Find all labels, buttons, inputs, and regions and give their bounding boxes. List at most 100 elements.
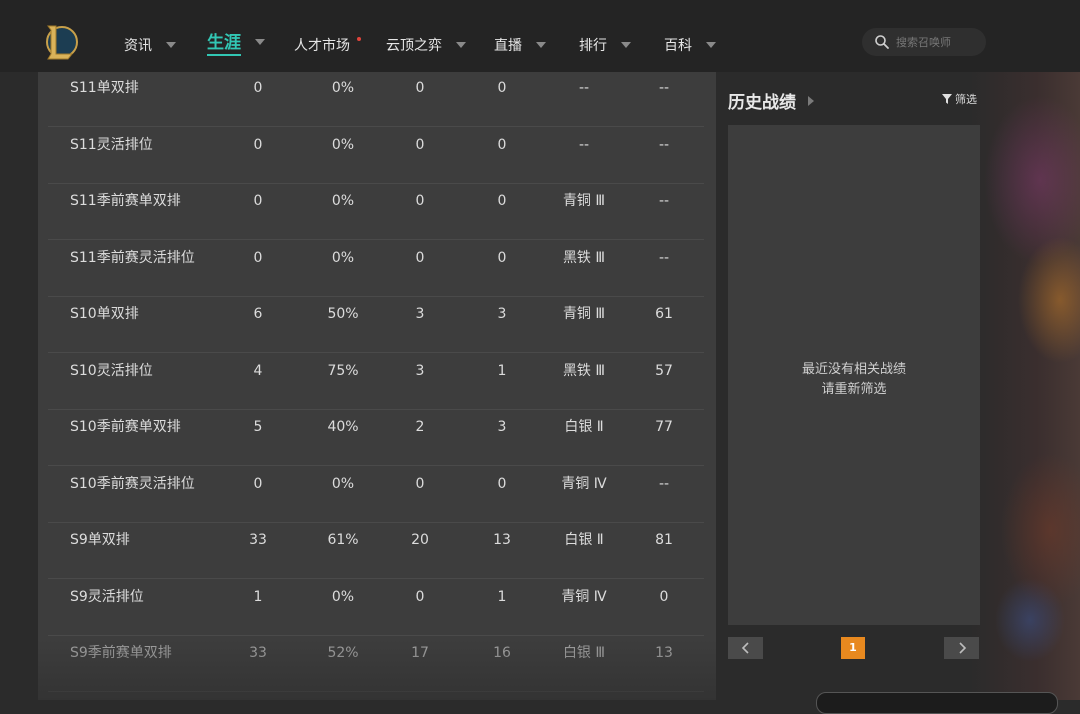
games-count-cell: 33 (249, 645, 267, 661)
top-nav: 资讯 生涯 人才市场 云顶之弈 直播 排行 百科 (0, 0, 1080, 72)
table-row[interactable]: S11季前赛单双排 0 0% 0 0 青铜 Ⅲ -- (48, 183, 704, 240)
search-input[interactable] (894, 34, 984, 50)
chevron-left-icon (741, 642, 749, 654)
score-cell: 61 (655, 306, 673, 322)
empty-state-line: 最近没有相关战绩 (801, 362, 906, 377)
score-cell: -- (658, 193, 670, 209)
lol-logo-icon[interactable] (42, 22, 78, 62)
chevron-down-icon (621, 42, 631, 48)
wins-cell: 20 (411, 532, 429, 548)
losses-cell: 0 (497, 136, 507, 153)
filter-button[interactable]: 筛选 (942, 91, 977, 107)
score-cell: -- (658, 475, 670, 492)
filter-label: 筛选 (955, 93, 977, 106)
losses-cell: 1 (497, 588, 507, 605)
table-row[interactable]: S11季前赛灵活排位 0 0% 0 0 黑铁 Ⅲ -- (48, 240, 704, 297)
nav-item-live[interactable]: 直播 (494, 34, 546, 56)
games-count-cell: 1 (253, 588, 263, 605)
table-row[interactable]: S10季前赛单双排 5 40% 2 3 白银 Ⅱ 77 (48, 409, 704, 466)
score-cell: 57 (655, 362, 673, 379)
games-count-cell: 5 (253, 419, 263, 435)
win-rate-cell: 0% (331, 80, 355, 96)
table-row[interactable]: S11单双排 0 0% 0 0 -- -- (48, 70, 704, 127)
table-row[interactable]: S10季前赛灵活排位 0 0% 0 0 青铜 Ⅳ -- (48, 466, 704, 523)
empty-state-line: 请重新筛选 (821, 382, 887, 397)
nav-item-ranking[interactable]: 排行 (579, 34, 631, 56)
win-rate-cell: 40% (327, 419, 359, 435)
win-rate-cell: 0% (331, 475, 355, 492)
games-count-cell: 0 (253, 475, 263, 492)
history-title-label: 历史战绩 (728, 93, 796, 113)
history-title[interactable]: 历史战绩 (728, 88, 814, 113)
nav-item-label: 直播 (494, 38, 522, 54)
mode-name-cell: S10单双排 (70, 306, 139, 322)
mode-name-cell: S11灵活排位 (70, 136, 153, 153)
mode-name-cell: S10季前赛单双排 (70, 419, 181, 435)
mode-name-cell: S9季前赛单双排 (70, 645, 172, 661)
games-count-cell: 33 (249, 532, 267, 548)
search-icon[interactable] (874, 34, 890, 50)
games-count-cell: 4 (253, 362, 263, 379)
score-cell: 13 (655, 645, 673, 661)
rank-tier-cell: 青铜 Ⅲ (562, 306, 606, 322)
rank-tier-cell: -- (578, 80, 590, 96)
games-count-cell: 0 (253, 80, 263, 96)
next-page-button[interactable] (944, 637, 979, 659)
floating-bar[interactable] (816, 692, 1058, 714)
losses-cell: 3 (497, 419, 507, 435)
win-rate-cell: 0% (331, 136, 355, 153)
wins-cell: 0 (415, 475, 425, 492)
score-cell: -- (658, 80, 670, 96)
mode-name-cell: S10季前赛灵活排位 (70, 475, 195, 492)
win-rate-cell: 0% (331, 588, 355, 605)
nav-item-talent-market[interactable]: 人才市场 (294, 34, 361, 56)
losses-cell: 0 (497, 475, 507, 492)
table-row[interactable]: S10单双排 6 50% 3 3 青铜 Ⅲ 61 (48, 296, 704, 353)
wins-cell: 0 (415, 193, 425, 209)
table-row[interactable]: S9单双排 33 61% 20 13 白银 Ⅱ 81 (48, 522, 704, 579)
table-row[interactable]: S11灵活排位 0 0% 0 0 -- -- (48, 127, 704, 184)
rank-tier-cell: 黑铁 Ⅲ (562, 362, 606, 379)
page-number-active[interactable]: 1 (841, 637, 865, 659)
wins-cell: 3 (415, 362, 425, 379)
notification-dot (357, 37, 361, 41)
nav-item-label: 人才市场 (294, 38, 350, 54)
chevron-down-icon (536, 42, 546, 48)
losses-cell: 13 (493, 532, 511, 548)
nav-item-label: 资讯 (124, 38, 152, 54)
rank-tier-cell: -- (578, 136, 590, 153)
games-count-cell: 6 (253, 306, 263, 322)
score-cell: 0 (659, 588, 669, 605)
nav-item-career[interactable]: 生涯 (207, 28, 265, 56)
win-rate-cell: 0% (331, 193, 355, 209)
chevron-right-icon (808, 95, 814, 106)
chevron-right-icon (958, 642, 966, 654)
table-row[interactable]: S9灵活排位 1 0% 0 1 青铜 Ⅳ 0 (48, 579, 704, 636)
losses-cell: 16 (493, 645, 511, 661)
games-count-cell: 0 (253, 136, 263, 153)
nav-item-tft[interactable]: 云顶之弈 (386, 34, 466, 56)
win-rate-cell: 0% (331, 249, 355, 266)
score-cell: 77 (655, 419, 673, 435)
search-box[interactable] (862, 28, 986, 56)
table-row[interactable]: S10灵活排位 4 75% 3 1 黑铁 Ⅲ 57 (48, 353, 704, 410)
wins-cell: 17 (411, 645, 429, 661)
losses-cell: 0 (497, 193, 507, 209)
table-row[interactable]: S9季前赛单双排 33 52% 17 16 白银 Ⅲ 13 (48, 635, 704, 692)
nav-item-label: 排行 (579, 38, 607, 54)
nav-item-wiki[interactable]: 百科 (664, 34, 716, 56)
nav-item-label: 生涯 (207, 28, 241, 56)
rank-tier-cell: 青铜 Ⅳ (561, 588, 607, 605)
wins-cell: 0 (415, 249, 425, 266)
rank-tier-cell: 青铜 Ⅲ (562, 193, 606, 209)
mode-name-cell: S9灵活排位 (70, 588, 144, 605)
empty-state-message: 最近没有相关战绩 请重新筛选 (728, 360, 980, 400)
losses-cell: 0 (497, 80, 507, 96)
mode-name-cell: S11单双排 (70, 80, 139, 96)
mode-name-cell: S11季前赛灵活排位 (70, 249, 195, 266)
losses-cell: 1 (497, 362, 507, 379)
wins-cell: 0 (415, 588, 425, 605)
nav-item-news[interactable]: 资讯 (124, 34, 176, 56)
prev-page-button[interactable] (728, 637, 763, 659)
win-rate-cell: 75% (327, 362, 359, 379)
